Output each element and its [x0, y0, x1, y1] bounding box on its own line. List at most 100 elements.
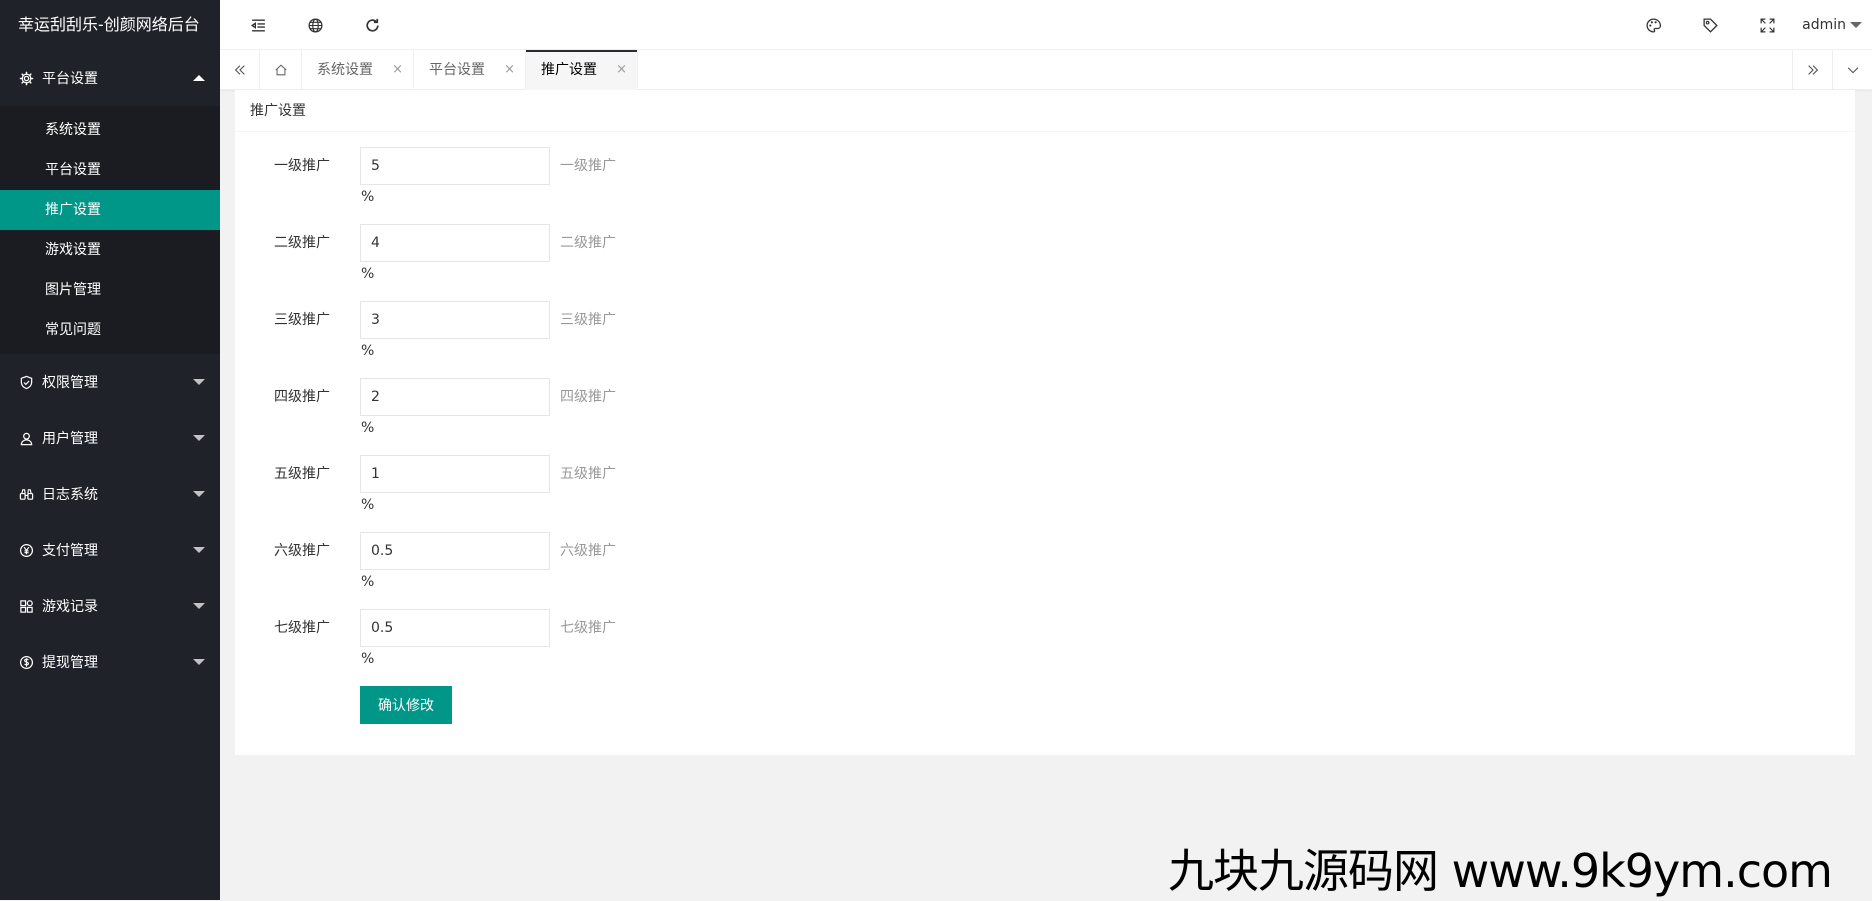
field-tip: 四级推广 [560, 389, 616, 405]
caret-down-icon [193, 435, 205, 441]
level-2-input[interactable] [360, 224, 550, 262]
menu-head-payment[interactable]: 支付管理 [0, 522, 220, 578]
user-icon [18, 430, 34, 446]
tabs-dropdown-icon[interactable] [1832, 50, 1872, 90]
sidebar: 幸运刮刮乐-创颜网络后台 平台设置 系统设置 平台设置 推广设置 游戏设置 图片… [0, 0, 220, 900]
submenu-platform: 系统设置 平台设置 推广设置 游戏设置 图片管理 常见问题 [0, 106, 220, 354]
caret-down-icon [1850, 22, 1862, 28]
sidebar-item-promotion-settings[interactable]: 推广设置 [0, 190, 220, 230]
tab-label: 系统设置 [317, 62, 373, 78]
field-label: 四级推广 [274, 389, 330, 405]
form-row: 三级推广 三级推广 % [235, 301, 1855, 378]
binoculars-icon [18, 486, 34, 502]
menu-head-label: 平台设置 [42, 71, 98, 87]
menu-head-users[interactable]: 用户管理 [0, 410, 220, 466]
tab-home[interactable] [260, 50, 302, 90]
level-6-input[interactable] [360, 532, 550, 570]
field-tip: 六级推广 [560, 543, 616, 559]
field-label: 三级推广 [274, 312, 330, 328]
menu-head-label: 权限管理 [42, 375, 98, 391]
field-label: 六级推广 [274, 543, 330, 559]
menu-head-withdraw[interactable]: 提现管理 [0, 634, 220, 690]
menu-head-label: 用户管理 [42, 431, 98, 447]
form-row: 五级推广 五级推广 % [235, 455, 1855, 532]
form-actions: 确认修改 [235, 686, 1855, 736]
form-row: 四级推广 四级推广 % [235, 378, 1855, 455]
menu-group-withdraw: 提现管理 [0, 634, 220, 690]
menu-head-label: 提现管理 [42, 655, 98, 671]
tabs-scroll-left-icon[interactable] [220, 50, 260, 90]
menu-group-payment: 支付管理 [0, 522, 220, 578]
field-unit: % [361, 266, 375, 282]
field-tip: 三级推广 [560, 312, 616, 328]
collapse-menu-icon[interactable] [248, 15, 268, 35]
refresh-icon[interactable] [362, 15, 382, 35]
menu-head-platform[interactable]: 平台设置 [0, 50, 220, 106]
field-label: 二级推广 [274, 235, 330, 251]
sidebar-item-image-management[interactable]: 图片管理 [0, 270, 220, 310]
watermark: 九块九源码网 www.9k9ym.com [1168, 844, 1833, 898]
form-row: 一级推广 一级推广 % [235, 147, 1855, 224]
field-unit: % [361, 651, 375, 667]
promotion-form: 一级推广 一级推广 % 二级推广 二级推广 % 三级推广 三级推广 % 四级推广… [235, 132, 1855, 736]
menu-head-permissions[interactable]: 权限管理 [0, 354, 220, 410]
tag-icon[interactable] [1700, 15, 1720, 35]
menu-group-game-records: 游戏记录 [0, 578, 220, 634]
close-icon[interactable]: × [616, 50, 627, 90]
level-1-input[interactable] [360, 147, 550, 185]
shield-icon [18, 374, 34, 390]
tab-promotion-settings[interactable]: 推广设置 × [526, 50, 638, 90]
tab-system-settings[interactable]: 系统设置 × [302, 50, 414, 90]
level-7-input[interactable] [360, 609, 550, 647]
field-label: 七级推广 [274, 620, 330, 636]
menu-head-game-records[interactable]: 游戏记录 [0, 578, 220, 634]
field-label: 一级推广 [274, 158, 330, 174]
close-icon[interactable]: × [392, 50, 403, 90]
menu-group-platform: 平台设置 系统设置 平台设置 推广设置 游戏设置 图片管理 常见问题 [0, 50, 220, 354]
user-menu[interactable]: admin [1802, 0, 1862, 50]
level-4-input[interactable] [360, 378, 550, 416]
level-3-input[interactable] [360, 301, 550, 339]
close-icon[interactable]: × [504, 50, 515, 90]
username: admin [1802, 17, 1846, 33]
sidebar-item-platform-settings[interactable]: 平台设置 [0, 150, 220, 190]
theme-palette-icon[interactable] [1643, 15, 1663, 35]
top-header: admin [220, 0, 1872, 50]
sidebar-item-system-settings[interactable]: 系统设置 [0, 110, 220, 150]
field-unit: % [361, 420, 375, 436]
menu-head-label: 日志系统 [42, 487, 98, 503]
field-tip: 五级推广 [560, 466, 616, 482]
tab-label: 推广设置 [541, 62, 597, 78]
form-row: 七级推广 七级推广 % [235, 609, 1855, 686]
form-row: 二级推广 二级推广 % [235, 224, 1855, 301]
menu-head-logs[interactable]: 日志系统 [0, 466, 220, 522]
level-5-input[interactable] [360, 455, 550, 493]
caret-down-icon [193, 379, 205, 385]
field-tip: 一级推广 [560, 158, 616, 174]
field-label: 五级推广 [274, 466, 330, 482]
tabs-scroll-right-icon[interactable] [1792, 50, 1832, 90]
menu-group-users: 用户管理 [0, 410, 220, 466]
sidebar-item-game-settings[interactable]: 游戏设置 [0, 230, 220, 270]
field-unit: % [361, 343, 375, 359]
settings-card: 推广设置 一级推广 一级推广 % 二级推广 二级推广 % 三级推广 三级推广 %… [235, 90, 1855, 755]
fullscreen-icon[interactable] [1757, 15, 1777, 35]
field-unit: % [361, 497, 375, 513]
caret-up-icon [193, 75, 205, 81]
caret-down-icon [193, 491, 205, 497]
tabs-bar: 系统设置 × 平台设置 × 推广设置 × [220, 50, 1872, 90]
dollar-icon [18, 654, 34, 670]
menu-group-logs: 日志系统 [0, 466, 220, 522]
globe-icon[interactable] [305, 15, 325, 35]
apps-icon [18, 598, 34, 614]
menu-group-permissions: 权限管理 [0, 354, 220, 410]
form-row: 六级推广 六级推广 % [235, 532, 1855, 609]
tab-platform-settings[interactable]: 平台设置 × [414, 50, 526, 90]
sidebar-item-faq[interactable]: 常见问题 [0, 310, 220, 350]
gear-icon [18, 70, 34, 86]
caret-down-icon [193, 547, 205, 553]
field-tip: 七级推广 [560, 620, 616, 636]
menu-head-label: 游戏记录 [42, 599, 98, 615]
confirm-button[interactable]: 确认修改 [360, 686, 452, 724]
card-title: 推广设置 [235, 90, 1855, 132]
